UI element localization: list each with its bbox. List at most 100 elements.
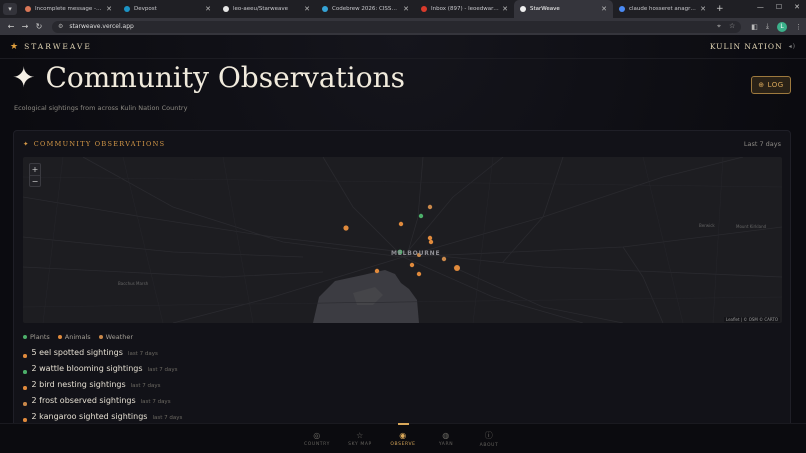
sighting-when: last 7 days (127, 351, 158, 357)
map-city-label: MELBOURNE (391, 250, 441, 257)
browser-tab[interactable]: Devpost ✕ (118, 0, 217, 18)
tab-search-icon[interactable]: ▾ (3, 3, 17, 15)
sighting-bullet (23, 370, 27, 374)
close-window-icon[interactable]: ✕ (794, 3, 800, 11)
sighting-when: last 7 days (152, 415, 183, 421)
tab-close-icon[interactable]: ✕ (601, 5, 607, 13)
bookmark-star-icon[interactable]: ☆ (729, 22, 735, 31)
time-range-label: Last 7 days (743, 140, 781, 148)
legend-dot (23, 335, 27, 339)
legend-label: Weather (105, 333, 134, 341)
nav-item-sky-map[interactable]: ☆ SKY MAP (339, 424, 382, 453)
nav-item-yarn[interactable]: ◍ YARN (425, 424, 468, 453)
observations-panel: ✦ COMMUNITY OBSERVATIONS Last 7 days + −… (13, 130, 791, 430)
sighting-item[interactable]: 2 bird nesting sightings last 7 days (23, 380, 182, 396)
minimize-icon[interactable]: — (757, 3, 764, 11)
download-icon[interactable]: ⤓ (766, 22, 769, 31)
brand-logo[interactable]: ★ STARWEAVE (10, 42, 92, 52)
eye-icon: ◉ (399, 430, 407, 440)
profile-avatar[interactable]: L (777, 21, 787, 32)
legend-dot (98, 335, 103, 339)
map-place-label: Mount Kirkland (736, 224, 767, 229)
tab-close-icon[interactable]: ✕ (700, 5, 706, 13)
forward-icon[interactable]: → (18, 22, 32, 31)
tab-close-icon[interactable]: ✕ (304, 5, 310, 13)
browser-tab[interactable]: Codebrew 2026: CISSA's annua✕ (316, 0, 415, 18)
star-icon: ☆ (356, 430, 364, 440)
tab-close-icon[interactable]: ✕ (403, 5, 409, 13)
log-button-label: LOG (767, 81, 784, 89)
extensions-icon[interactable]: ◧ (751, 23, 758, 31)
browser-menu-icon[interactable]: ⋮ (795, 23, 802, 31)
tab-label: Devpost (134, 6, 157, 12)
log-observation-button[interactable]: ⊕ LOG (751, 76, 791, 94)
tab-label: Codebrew 2026: CISSA's annua (332, 6, 400, 12)
app-root: ★ STARWEAVE KULIN NATION ◂) ✦ Community … (0, 35, 806, 453)
tab-label: StarWeave (530, 6, 560, 12)
sighting-item[interactable]: 5 eel spotted sightings last 7 days (23, 348, 182, 364)
back-icon[interactable]: ← (4, 22, 18, 31)
sighting-when: last 7 days (147, 367, 178, 373)
sighting-bullet (23, 418, 27, 422)
panel-star-icon: ✦ (23, 140, 30, 148)
nation-selector[interactable]: KULIN NATION ◂) (710, 42, 796, 51)
location-icon[interactable]: ⌖ (717, 22, 721, 31)
legend-item: Plants (23, 333, 50, 341)
browser-tab[interactable]: claude hosseret anagram - Goo✕ (613, 0, 712, 18)
reload-icon[interactable]: ↻ (32, 22, 46, 31)
tab-close-icon[interactable]: ✕ (205, 5, 211, 13)
url-text: starweave.vercel.app (69, 23, 134, 30)
tab-favicon-icon (322, 6, 328, 12)
nav-label: ABOUT (479, 442, 499, 448)
speaker-icon[interactable]: ◂) (789, 43, 796, 50)
map-place-label: Bacchus Marsh (118, 281, 149, 286)
panel-heading: ✦ COMMUNITY OBSERVATIONS (23, 140, 165, 148)
tab-close-icon[interactable]: ✕ (502, 5, 508, 13)
sighting-when: last 7 days (140, 399, 171, 405)
map-legend: Plants Animals Weather (23, 333, 133, 341)
browser-tab[interactable]: Inbox (897) - leoedwardsoffici✕ (415, 0, 514, 18)
nav-item-country[interactable]: ◎ COUNTRY (296, 424, 339, 453)
sparkle-icon: ✦ (12, 61, 36, 94)
zoom-control: + − (29, 163, 41, 187)
maximize-icon[interactable]: ☐ (776, 3, 782, 11)
zoom-in-button[interactable]: + (30, 164, 40, 175)
tab-label: Inbox (897) - leoedwardsoffici (431, 6, 500, 12)
compass-icon: ◎ (313, 430, 321, 440)
plus-circle-icon: ⊕ (758, 81, 765, 89)
browser-tab[interactable]: StarWeave ✕ (514, 0, 613, 18)
site-info-icon[interactable]: ⚙ (58, 23, 63, 30)
sighting-text: 2 bird nesting sightings (31, 380, 126, 389)
sighting-item[interactable]: 2 wattle blooming sightings last 7 days (23, 364, 182, 380)
browser-tab[interactable]: Incomplete message - Claude✕ (19, 0, 118, 18)
nav-item-observe[interactable]: ◉ OBSERVE (382, 423, 425, 453)
tab-close-icon[interactable]: ✕ (106, 5, 112, 13)
bottom-navigation: ◎ COUNTRY ☆ SKY MAP ◉ OBSERVE ◍ YARN ⓘ ABOUT (0, 423, 806, 453)
new-tab-icon[interactable]: + (716, 4, 724, 14)
zoom-out-button[interactable]: − (30, 175, 40, 186)
tab-favicon-icon (25, 6, 31, 12)
legend-item: Weather (98, 333, 134, 341)
page-title: ✦ Community Observations (12, 61, 405, 94)
map-attribution[interactable]: Leaflet | © OSM © CARTO (723, 317, 780, 322)
brand-name: STARWEAVE (24, 42, 92, 51)
window-controls: — ☐ ✕ (757, 3, 800, 11)
browser-tab-bar: ▾ Incomplete message - Claude✕Devpost✕le… (0, 0, 806, 18)
sighting-bullet (23, 354, 27, 358)
app-header: ★ STARWEAVE KULIN NATION ◂) (0, 35, 806, 59)
observation-map[interactable]: + − MELBOURNE Bacchus Marsh Berwick Moun… (23, 157, 782, 323)
legend-item: Animals (57, 333, 91, 341)
address-bar[interactable]: ⚙ starweave.vercel.app ⌖ ☆ (51, 20, 742, 33)
page-title-text: Community Observations (45, 61, 406, 94)
sighting-item[interactable]: 2 frost observed sightings last 7 days (23, 396, 182, 412)
sighting-text: 2 frost observed sightings (31, 396, 136, 405)
tab-favicon-icon (520, 6, 526, 12)
nav-label: COUNTRY (304, 441, 330, 447)
nav-item-about[interactable]: ⓘ ABOUT (468, 424, 511, 453)
brand-star-icon: ★ (10, 41, 21, 52)
legend-dot (57, 335, 62, 339)
sighting-text: 2 kangaroo sighted sightings (31, 412, 148, 421)
sighting-bullet (23, 386, 27, 390)
browser-tab[interactable]: leo-aeeu/Starweave ✕ (217, 0, 316, 18)
tab-label: leo-aeeu/Starweave (233, 6, 289, 12)
